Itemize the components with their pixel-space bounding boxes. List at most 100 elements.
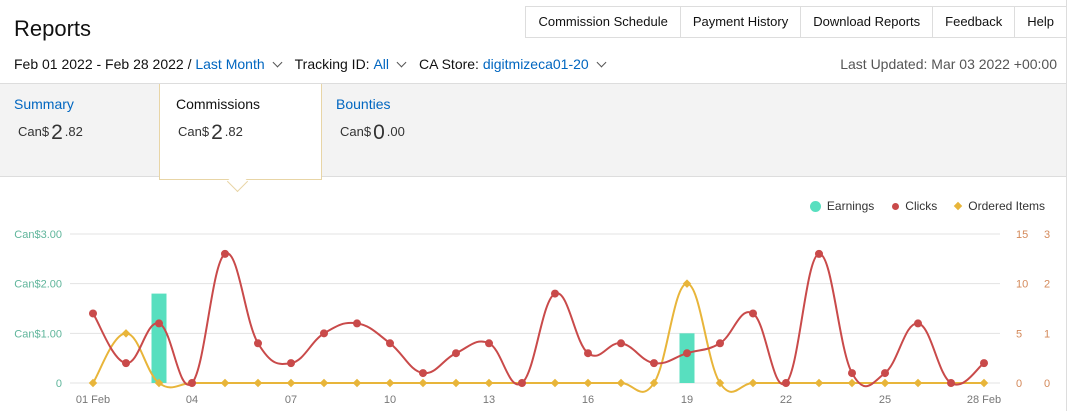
- y-axis-left-tick: Can$3.00: [14, 229, 62, 241]
- clicks-point: [518, 379, 526, 387]
- y-axis-right-ordered-tick: 3: [1044, 229, 1050, 241]
- tracking-id-label: Tracking ID:: [294, 56, 370, 72]
- x-axis-tick: 22: [780, 394, 792, 406]
- y-axis-right-clicks-tick: 5: [1016, 328, 1022, 340]
- chevron-down-icon[interactable]: [272, 57, 283, 68]
- x-axis-tick: 01 Feb: [76, 394, 110, 406]
- clicks-point: [287, 359, 295, 368]
- y-axis-right-clicks-tick: 0: [1016, 378, 1022, 390]
- y-axis-right-ordered-tick: 2: [1044, 279, 1050, 291]
- clicks-point: [782, 379, 790, 387]
- ordered-items-point: [682, 279, 692, 288]
- clicks-point: [683, 349, 691, 358]
- clicks-point: [254, 339, 262, 348]
- y-axis-right-ordered-tick: 0: [1044, 378, 1050, 390]
- tab-bounties[interactable]: Bounties Can$0.00: [336, 84, 476, 176]
- x-axis-tick: 25: [879, 394, 891, 406]
- clicks-point: [947, 379, 955, 387]
- y-axis-right-clicks-tick: 10: [1016, 279, 1028, 291]
- clicks-point: [452, 349, 460, 358]
- legend-ordered-items[interactable]: Ordered Items: [954, 199, 1045, 213]
- ordered-items-point: [847, 378, 857, 388]
- clicks-point: [122, 359, 130, 368]
- chevron-down-icon[interactable]: [596, 57, 607, 68]
- tab-commissions[interactable]: Commissions Can$2.82: [159, 84, 322, 193]
- clicks-point: [221, 249, 229, 258]
- download-reports-link[interactable]: Download Reports: [801, 7, 934, 37]
- help-link[interactable]: Help: [1015, 7, 1067, 37]
- y-axis-left-tick: 0: [56, 378, 62, 390]
- x-axis-tick: 16: [582, 394, 594, 406]
- ordered-items-point: [352, 378, 362, 388]
- ordered-items-point: [319, 378, 329, 388]
- clicks-point: [155, 319, 163, 328]
- chevron-down-icon[interactable]: [396, 57, 407, 68]
- legend-clicks[interactable]: Clicks: [892, 199, 937, 213]
- earnings-bar: [679, 333, 695, 383]
- y-axis-right-clicks-tick: 15: [1016, 229, 1028, 241]
- clicks-point: [386, 339, 394, 348]
- filter-bar: Feb 01 2022 - Feb 28 2022 / Last Month T…: [14, 56, 619, 72]
- clicks-point: [551, 289, 559, 298]
- earnings-swatch-icon: [809, 200, 821, 212]
- y-axis-right-ordered-tick: 1: [1044, 328, 1050, 340]
- clicks-point: [914, 319, 922, 328]
- tab-label: Summary: [14, 96, 74, 112]
- ordered-items-point: [979, 378, 989, 388]
- ordered-items-point: [880, 378, 890, 388]
- ordered-items-point: [385, 378, 395, 388]
- chart-legend: Earnings Clicks Ordered Items: [792, 199, 1045, 213]
- tab-label: Commissions: [176, 96, 261, 112]
- last-updated: Last Updated: Mar 03 2022 +00:00: [840, 56, 1057, 72]
- ordered-items-point: [616, 378, 626, 388]
- commission-schedule-link[interactable]: Commission Schedule: [526, 7, 681, 37]
- y-axis-left-tick: Can$2.00: [14, 279, 62, 291]
- x-axis-tick: 10: [384, 394, 396, 406]
- store-dropdown[interactable]: digitmizeca01-20: [483, 56, 589, 72]
- tab-value: Can$2.82: [178, 121, 243, 144]
- clicks-point: [188, 379, 196, 387]
- x-axis-tick: 07: [285, 394, 297, 406]
- ordered-items-point: [550, 378, 560, 388]
- payment-history-link[interactable]: Payment History: [681, 7, 802, 37]
- tab-label: Bounties: [336, 96, 391, 112]
- y-axis-left-tick: Can$1.00: [14, 328, 62, 340]
- legend-earnings[interactable]: Earnings: [809, 199, 874, 213]
- clicks-point: [716, 339, 724, 348]
- x-axis-tick: 19: [681, 394, 693, 406]
- tracking-id-dropdown[interactable]: All: [373, 56, 389, 72]
- ordered-items-point: [583, 378, 593, 388]
- page-title: Reports: [14, 16, 92, 41]
- ordered-items-point: [418, 378, 428, 388]
- clicks-point: [485, 339, 493, 348]
- ordered-items-point: [484, 378, 494, 388]
- clicks-point: [815, 249, 823, 258]
- x-axis-tick: 28 Feb: [967, 394, 1001, 406]
- date-range-text: Feb 01 2022 - Feb 28 2022 /: [14, 56, 192, 72]
- ordered-items-point: [913, 378, 923, 388]
- earnings-bar: [151, 293, 167, 383]
- clicks-point: [320, 329, 328, 338]
- ordered-items-point: [451, 378, 461, 388]
- tab-summary[interactable]: Summary Can$2.82: [14, 84, 154, 176]
- clicks-point: [584, 349, 592, 358]
- ordered-items-point: [286, 378, 296, 388]
- ordered-items-point: [121, 329, 131, 338]
- clicks-swatch-icon: [892, 202, 900, 210]
- earnings-chart: Can$3.00 15 3Can$2.00 10 2Can$1.00 5 10 0 001 Fe…: [14, 229, 1050, 406]
- clicks-point: [980, 359, 988, 368]
- ordered-items-point: [253, 378, 263, 388]
- x-axis-tick: 04: [186, 394, 198, 406]
- date-preset-dropdown[interactable]: Last Month: [195, 56, 264, 72]
- ordered-items-point: [748, 378, 758, 388]
- clicks-point: [617, 339, 625, 348]
- clicks-point: [749, 309, 757, 318]
- ordered-swatch-icon: [954, 201, 963, 211]
- clicks-point: [353, 319, 361, 328]
- ordered-items-point: [220, 378, 230, 388]
- ordered-items-point: [88, 378, 98, 388]
- clicks-line: [92, 252, 985, 388]
- tab-value: Can$2.82: [18, 121, 83, 144]
- clicks-point: [419, 369, 427, 378]
- feedback-link[interactable]: Feedback: [933, 7, 1016, 37]
